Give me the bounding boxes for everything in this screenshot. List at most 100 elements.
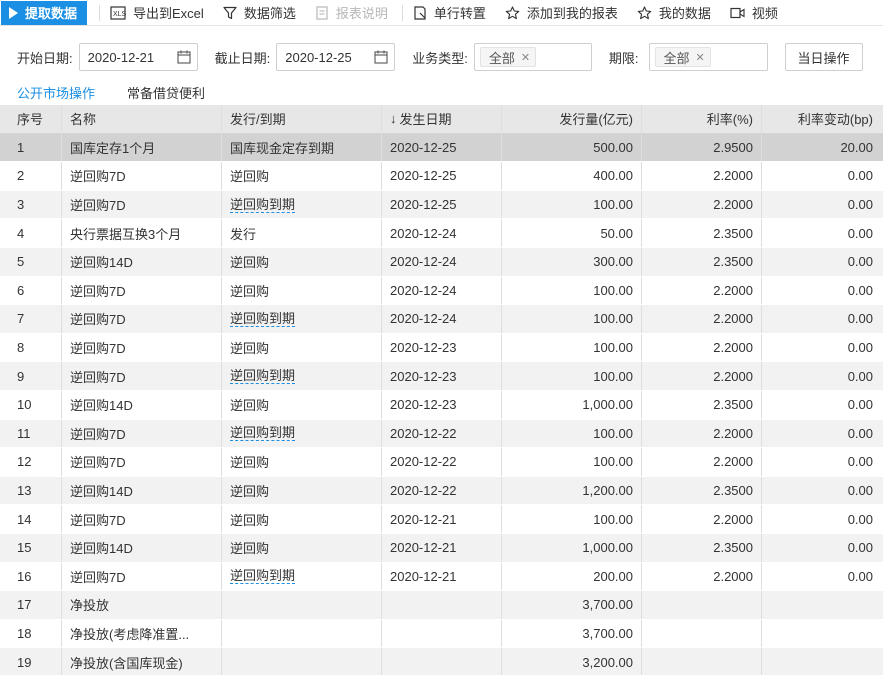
tab-open-market[interactable]: 公开市场操作 <box>17 83 95 102</box>
cell-no: 10 <box>0 390 62 419</box>
cell-rate-change-value: 0.00 <box>847 340 873 356</box>
cell-rate-change-value: 0.00 <box>847 540 873 556</box>
transpose-row-button[interactable]: 单行转置 <box>413 3 486 22</box>
cell-no: 17 <box>0 591 62 619</box>
cell-rate-change <box>762 648 883 675</box>
cell-type[interactable]: 逆回购到期 <box>222 419 382 448</box>
table-row[interactable]: 9 逆回购7D 逆回购到期 2020-12-23 100.00 2.2000 0.00 <box>0 362 883 391</box>
header-date-label: 发生日期 <box>399 112 452 128</box>
term-label: 期限: <box>608 50 639 66</box>
table-row[interactable]: 10 逆回购14D 逆回购 2020-12-23 1,000.00 2.3500 0.00 <box>0 390 883 420</box>
cell-name-value: 逆回购7D <box>70 512 126 528</box>
table-row[interactable]: 13 逆回购14D 逆回购 2020-12-22 1,200.00 2.3500 0.00 <box>0 476 883 506</box>
table-row[interactable]: 16 逆回购7D 逆回购到期 2020-12-21 200.00 2.2000 0.00 <box>0 562 883 592</box>
cell-rate-change-value: 0.00 <box>847 168 873 184</box>
header-rate[interactable]: 利率(%) <box>642 105 762 133</box>
cell-date-value: 2020-12-21 <box>390 568 457 584</box>
cell-type-value[interactable]: 逆回购到期 <box>230 425 296 442</box>
cell-rate-change: 0.00 <box>762 248 883 276</box>
star-icon <box>505 5 520 19</box>
cell-type[interactable]: 逆回购到期 <box>222 362 382 390</box>
table-row[interactable]: 8 逆回购7D 逆回购 2020-12-23 100.00 2.2000 0.00 <box>0 333 883 363</box>
video-label: 视频 <box>751 6 778 21</box>
cell-type-value[interactable]: 逆回购到期 <box>230 368 296 385</box>
cell-rate: 2.2000 <box>642 562 762 591</box>
table-row[interactable]: 18 净投放(考虑降准置... 3,700.00 <box>0 619 883 649</box>
table-row[interactable]: 11 逆回购7D 逆回购到期 2020-12-22 100.00 2.2000 0.00 <box>0 419 883 449</box>
header-no[interactable]: 序号 <box>0 105 62 133</box>
cell-rate-value: 2.3500 <box>713 254 753 270</box>
cell-type[interactable]: 逆回购到期 <box>222 190 382 219</box>
close-icon[interactable]: ✕ <box>521 51 530 64</box>
cell-name-value: 逆回购7D <box>70 312 126 328</box>
video-button[interactable]: 视频 <box>730 3 778 22</box>
sub-tabs: 公开市场操作 常备借贷便利 <box>0 82 205 102</box>
cell-no: 14 <box>0 505 62 533</box>
start-date-field[interactable]: 2020-12-21 <box>78 43 198 71</box>
cell-name: 逆回购7D <box>62 333 222 362</box>
toolbar-spacer <box>214 5 215 21</box>
toolbar-divider <box>401 4 403 21</box>
cell-name: 逆回购14D <box>62 247 222 276</box>
header-amount[interactable]: 发行量(亿元) <box>502 105 642 133</box>
cell-type-value[interactable]: 逆回购到期 <box>230 311 296 327</box>
table-row[interactable]: 4 央行票据互换3个月 发行 2020-12-24 50.00 2.3500 0.00 <box>0 219 883 248</box>
header-type[interactable]: 发行/到期 <box>222 105 382 133</box>
table-row[interactable]: 7 逆回购7D 逆回购到期 2020-12-24 100.00 2.2000 0.00 <box>0 305 883 334</box>
end-date-field[interactable]: 2020-12-25 <box>276 43 396 71</box>
table-row[interactable]: 14 逆回购7D 逆回购 2020-12-21 100.00 2.2000 0.00 <box>0 505 883 534</box>
header-rate-change[interactable]: 利率变动(bp) <box>762 105 883 133</box>
table-row[interactable]: 3 逆回购7D 逆回购到期 2020-12-25 100.00 2.2000 0.00 <box>0 190 883 220</box>
add-to-my-reports-button[interactable]: 添加到我的报表 <box>505 3 618 22</box>
table-row[interactable]: 19 净投放(含国库现金) 3,200.00 <box>0 648 883 675</box>
business-type-select[interactable]: 全部 ✕ <box>473 43 592 71</box>
cell-type[interactable]: 逆回购到期 <box>222 305 382 333</box>
cell-date-value: 2020-12-25 <box>390 168 457 184</box>
cell-no-value: 12 <box>17 454 32 470</box>
cell-no: 9 <box>0 362 62 390</box>
cell-type-value: 逆回购 <box>230 484 270 500</box>
table-row[interactable]: 17 净投放 3,700.00 <box>0 591 883 620</box>
table-row[interactable]: 5 逆回购14D 逆回购 2020-12-24 300.00 2.3500 0.00 <box>0 247 883 277</box>
table-row[interactable]: 2 逆回购7D 逆回购 2020-12-25 400.00 2.2000 0.00 <box>0 162 883 191</box>
cell-rate: 2.3500 <box>642 390 762 419</box>
cell-rate-change: 0.00 <box>762 362 883 390</box>
cell-rate-value: 2.2000 <box>713 197 753 213</box>
cell-date: 2020-12-21 <box>382 533 502 562</box>
term-value: 全部 <box>663 50 690 66</box>
cell-no: 8 <box>0 333 62 362</box>
cell-rate-change <box>762 620 883 648</box>
cell-rate-change-value: 0.00 <box>847 282 873 298</box>
cell-type[interactable]: 逆回购到期 <box>222 562 382 591</box>
cell-name: 逆回购7D <box>62 305 222 333</box>
cell-rate-value: 2.2000 <box>713 168 753 184</box>
today-operation-button[interactable]: 当日操作 <box>784 43 863 71</box>
my-data-button[interactable]: 我的数据 <box>637 3 711 22</box>
close-icon[interactable]: ✕ <box>696 51 705 64</box>
table-row[interactable]: 12 逆回购7D 逆回购 2020-12-22 100.00 2.2000 0.00 <box>0 448 883 477</box>
cell-rate-change-value: 0.00 <box>847 368 873 384</box>
tab-standing-lending[interactable]: 常备借贷便利 <box>127 83 205 102</box>
add-to-my-reports-label: 添加到我的报表 <box>526 6 618 21</box>
header-date[interactable]: ↓ 发生日期 <box>382 105 502 133</box>
cell-name-value: 逆回购7D <box>70 198 126 214</box>
table-row[interactable]: 1 国库定存1个月 国库现金定存到期 2020-12-25 500.00 2.9500 20… <box>0 133 883 163</box>
report-note-button[interactable]: 报表说明 <box>315 3 388 22</box>
fetch-data-button[interactable]: 提取数据 <box>1 0 88 25</box>
excel-icon: XLS <box>110 5 126 20</box>
cell-type-value[interactable]: 逆回购到期 <box>230 568 296 585</box>
cell-type-value[interactable]: 逆回购到期 <box>230 197 296 213</box>
header-name[interactable]: 名称 <box>62 105 222 133</box>
table-row[interactable]: 6 逆回购7D 逆回购 2020-12-24 100.00 2.2000 0.00 <box>0 276 883 306</box>
cell-no-value: 9 <box>17 368 25 384</box>
table-row[interactable]: 15 逆回购14D 逆回购 2020-12-21 1,000.00 2.3500 0.00 <box>0 533 883 563</box>
cell-date-value: 2020-12-23 <box>390 397 457 413</box>
cell-no: 4 <box>0 219 62 247</box>
term-select[interactable]: 全部 ✕ <box>648 43 768 71</box>
svg-text:XLS: XLS <box>113 11 126 18</box>
export-excel-button[interactable]: XLS 导出到Excel <box>110 3 204 22</box>
cell-type-value: 逆回购 <box>230 283 270 299</box>
sort-down-icon: ↓ <box>390 111 397 127</box>
data-filter-button[interactable]: 数据筛选 <box>223 3 296 22</box>
calendar-icon <box>374 50 388 64</box>
